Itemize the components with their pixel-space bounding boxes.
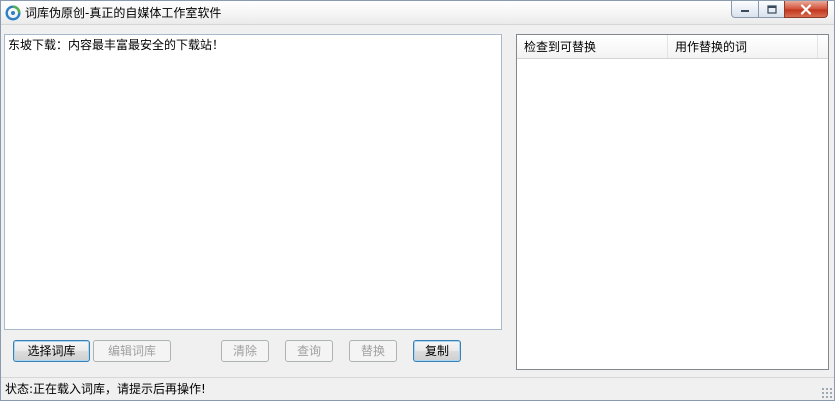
query-button[interactable]: 查询	[285, 340, 333, 362]
main-window: 词库伪原创-真正的自媒体工作室软件 东坡下载：内容最丰富最安全的下载站！ 选择词…	[0, 0, 835, 401]
close-button[interactable]	[784, 1, 828, 18]
replace-button[interactable]: 替换	[349, 340, 397, 362]
title-bar[interactable]: 词库伪原创-真正的自媒体工作室软件	[1, 1, 834, 25]
list-header: 检查到可替换 用作替换的词	[517, 35, 828, 59]
minimize-icon	[741, 10, 749, 12]
status-text: 状态:正在载入词库，请提示后再操作!	[5, 382, 206, 396]
close-icon	[800, 3, 812, 15]
replacement-list[interactable]: 检查到可替换 用作替换的词	[516, 34, 829, 370]
maximize-button[interactable]	[758, 1, 785, 18]
edit-library-button[interactable]: 编辑词库	[93, 340, 171, 362]
window-title: 词库伪原创-真正的自媒体工作室软件	[25, 6, 222, 20]
minimize-button[interactable]	[731, 1, 759, 18]
select-library-button[interactable]: 选择词库	[13, 340, 90, 362]
maximize-icon	[766, 4, 777, 14]
text-editor[interactable]: 东坡下载：内容最丰富最安全的下载站！	[4, 34, 502, 330]
column-header-replacement[interactable]: 用作替换的词	[668, 35, 818, 58]
resize-grip[interactable]	[821, 387, 832, 398]
status-bar: 状态:正在载入词库，请提示后再操作!	[1, 377, 834, 400]
copy-button[interactable]: 复制	[413, 340, 461, 362]
app-logo-icon	[5, 5, 21, 21]
clear-button[interactable]: 清除	[221, 340, 269, 362]
column-header-found[interactable]: 检查到可替换	[517, 35, 668, 58]
